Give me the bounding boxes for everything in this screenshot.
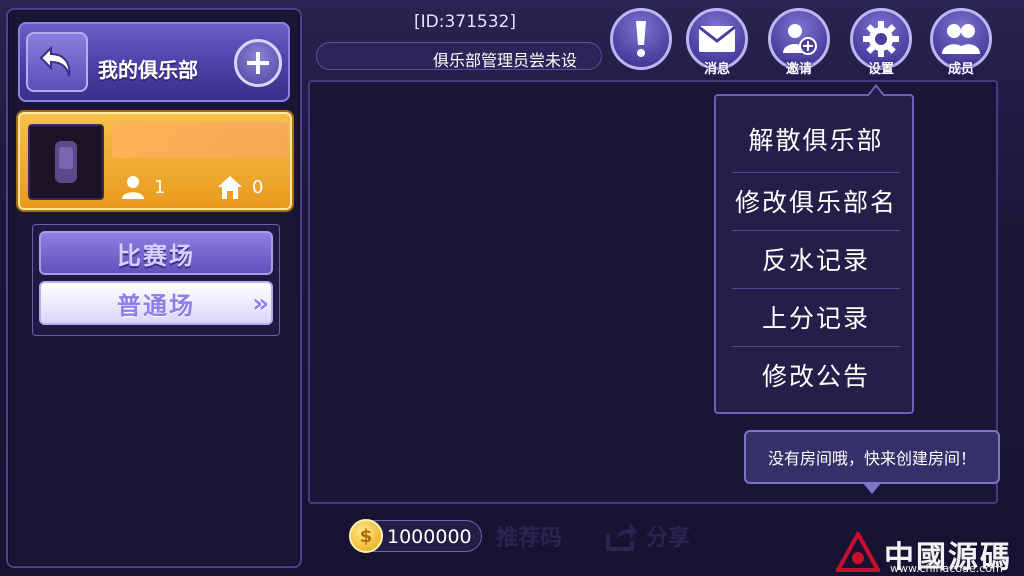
coin-balance: $ 1000000 bbox=[349, 519, 482, 553]
club-logo-icon bbox=[55, 141, 77, 183]
watermark: 中國源碼 www.chinacode.com bbox=[834, 532, 1024, 576]
members-label: 成员 bbox=[947, 62, 974, 77]
club-card[interactable]: 1 0 bbox=[18, 112, 292, 210]
notice-text: 俱乐部管理员尝未设 bbox=[433, 51, 578, 70]
menu-item-rename-club[interactable]: 修改俱乐部名 bbox=[732, 172, 900, 230]
referral-code-button[interactable]: 推荐码 bbox=[496, 516, 562, 556]
house-icon bbox=[218, 176, 242, 199]
plus-icon bbox=[247, 52, 269, 74]
members-icon bbox=[942, 24, 980, 54]
settings-menu: 解散俱乐部 修改俱乐部名 反水记录 上分记录 修改公告 bbox=[714, 84, 914, 414]
club-name-bar bbox=[112, 122, 288, 158]
club-header: 我的俱乐部 bbox=[18, 22, 290, 102]
person-icon bbox=[122, 176, 144, 199]
share-button[interactable]: 分享 bbox=[606, 516, 690, 556]
member-count-value: 1 bbox=[154, 176, 166, 198]
watermark-logo-icon bbox=[836, 532, 880, 572]
back-button[interactable] bbox=[26, 32, 88, 92]
add-club-button[interactable] bbox=[234, 39, 282, 87]
share-icon bbox=[606, 523, 637, 551]
menu-item-dissolve-club[interactable]: 解散俱乐部 bbox=[732, 110, 900, 168]
empty-rooms-tooltip: 没有房间哦，快来创建房间！ bbox=[744, 430, 1000, 494]
tooltip-text: 没有房间哦，快来创建房间！ bbox=[767, 449, 976, 468]
settings-label: 设置 bbox=[867, 62, 894, 77]
referral-code-label: 推荐码 bbox=[496, 526, 563, 551]
coin-icon: $ bbox=[349, 519, 383, 553]
notice-bar: 俱乐部管理员尝未设 bbox=[316, 42, 602, 70]
menu-item-edit-notice[interactable]: 修改公告 bbox=[732, 346, 900, 404]
club-title: 我的俱乐部 bbox=[98, 58, 198, 82]
left-panel: 我的俱乐部 1 0 比赛场 普通场 » bbox=[6, 8, 302, 568]
message-label: 消息 bbox=[703, 62, 730, 77]
club-id: [ID:371532] bbox=[414, 12, 516, 32]
invite-user-icon bbox=[783, 24, 817, 55]
menu-item-rebate-records[interactable]: 反水记录 bbox=[732, 230, 900, 288]
invite-label: 邀请 bbox=[785, 62, 812, 77]
double-chevron-icon: » bbox=[252, 289, 269, 319]
back-arrow-icon bbox=[39, 45, 71, 77]
normal-mode-button[interactable]: 普通场 » bbox=[39, 281, 273, 325]
menu-item-score-records[interactable]: 上分记录 bbox=[732, 288, 900, 346]
alert-button[interactable] bbox=[610, 8, 672, 70]
share-label: 分享 bbox=[646, 526, 691, 551]
normal-mode-label: 普通场 bbox=[117, 291, 195, 320]
envelope-icon bbox=[698, 25, 736, 52]
mode-selector: 比赛场 普通场 » bbox=[32, 224, 280, 336]
club-avatar bbox=[28, 124, 104, 200]
exclamation-icon bbox=[636, 21, 646, 57]
coin-value: 1000000 bbox=[387, 526, 472, 548]
watermark-url: www.chinacode.com bbox=[890, 562, 1003, 575]
match-mode-button[interactable]: 比赛场 bbox=[39, 231, 273, 275]
room-count: 0 bbox=[216, 174, 263, 200]
gear-icon bbox=[863, 21, 899, 57]
room-count-value: 0 bbox=[252, 176, 264, 198]
member-count: 1 bbox=[120, 174, 165, 200]
